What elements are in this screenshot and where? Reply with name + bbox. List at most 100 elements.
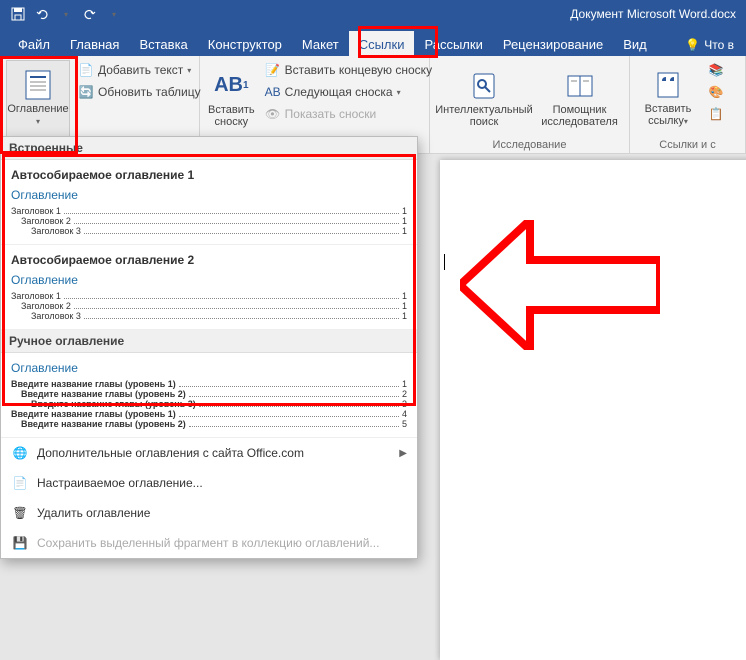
opt3-r5: Введите название главы (уровень 2) [11, 419, 186, 429]
opt2-title: Автособираемое оглавление 2 [11, 253, 407, 267]
menu-custom-label: Настраиваемое оглавление... [37, 476, 203, 490]
redo-button[interactable] [80, 4, 100, 24]
opt2-p3: 1 [402, 311, 407, 321]
toc-button[interactable]: Оглавление▾ [6, 60, 70, 137]
menu-save-sel-label: Сохранить выделенный фрагмент в коллекци… [37, 536, 379, 550]
menu-remove-toc[interactable]: 🗑 Удалить оглавление [1, 498, 417, 528]
text-cursor [444, 254, 445, 270]
sources-icon: 📚 [708, 62, 724, 78]
group-citations-label: Ссылки и с [636, 137, 739, 151]
opt1-header: Оглавление [11, 188, 407, 202]
opt2-l3: Заголовок 3 [11, 311, 81, 321]
gallery-footer: 🌐 Дополнительные оглавления с сайта Offi… [1, 438, 417, 558]
style-button[interactable]: 🎨 [704, 82, 728, 102]
toc-option-manual[interactable]: Оглавление Введите название главы (урове… [1, 353, 417, 438]
tab-home[interactable]: Главная [60, 31, 129, 56]
researcher-button[interactable]: Помощник исследователя [536, 60, 623, 137]
biblio-icon: 📋 [708, 106, 724, 122]
opt3-r1: Введите название главы (уровень 1) [11, 379, 176, 389]
opt1-p2: 1 [402, 216, 407, 226]
biblio-button[interactable]: 📋 [704, 104, 728, 124]
update-icon: 🔄 [78, 84, 94, 100]
tab-layout[interactable]: Макет [292, 31, 349, 56]
show-fn-icon: 👁 [265, 106, 281, 122]
menu-remove-label: Удалить оглавление [37, 506, 150, 520]
tab-mailings[interactable]: Рассылки [414, 31, 492, 56]
footnote-icon: AB1 [215, 70, 247, 102]
save-sel-icon: 💾 [11, 534, 29, 552]
toc-icon [22, 69, 54, 101]
insert-endnote-button[interactable]: 📝Вставить концевую сноску [261, 60, 436, 80]
annotation-arrow [460, 220, 660, 350]
menu-more-label: Дополнительные оглавления с сайта Office… [37, 446, 304, 460]
opt2-p2: 1 [402, 301, 407, 311]
next-fn-label: Следующая сноска [285, 85, 393, 99]
toc-option-auto1[interactable]: Автособираемое оглавление 1 Оглавление З… [1, 160, 417, 245]
tab-insert[interactable]: Вставка [129, 31, 197, 56]
add-text-button[interactable]: 📄Добавить текст▾ [74, 60, 205, 80]
chevron-right-icon: ▶ [399, 448, 407, 459]
undo-dropdown[interactable]: ▾ [56, 4, 76, 24]
toc-label: Оглавление▾ [7, 103, 68, 128]
opt3-header: Оглавление [11, 361, 407, 375]
group-research: Интеллектуальный поиск Помощник исследов… [430, 56, 630, 153]
opt3-r2: Введите название главы (уровень 2) [11, 389, 186, 399]
manage-sources-button[interactable]: 📚 [704, 60, 728, 80]
researcher-label: Помощник исследователя [538, 104, 621, 128]
update-table-button[interactable]: 🔄 Обновить таблицу [74, 82, 205, 102]
gallery-manual-header: Ручное оглавление [1, 330, 417, 353]
next-fn-icon: AB [265, 84, 281, 100]
smart-lookup-label: Интеллектуальный поиск [435, 104, 532, 128]
menu-custom-toc[interactable]: 📄 Настраиваемое оглавление... [1, 468, 417, 498]
toc-gallery-dropdown: Встроенные Автособираемое оглавление 1 О… [0, 136, 418, 559]
tab-design[interactable]: Конструктор [198, 31, 292, 56]
update-label: Обновить таблицу [98, 85, 201, 99]
opt3-p5: 5 [402, 419, 407, 429]
menu-more-office[interactable]: 🌐 Дополнительные оглавления с сайта Offi… [1, 438, 417, 468]
save-button[interactable] [8, 4, 28, 24]
tab-file[interactable]: Файл [8, 31, 60, 56]
opt2-p1: 1 [402, 291, 407, 301]
title-bar: ▾ ▾ Документ Microsoft Word.docx [0, 0, 746, 28]
insert-footnote-label: Вставить сноску [208, 104, 255, 128]
undo-button[interactable] [32, 4, 52, 24]
opt1-l3: Заголовок 3 [11, 226, 81, 236]
opt3-r4: Введите название главы (уровень 1) [11, 409, 176, 419]
tab-view[interactable]: Вид [613, 31, 657, 56]
opt3-p2: 2 [402, 389, 407, 399]
qat-customize[interactable]: ▾ [104, 4, 124, 24]
endnote-icon: 📝 [265, 62, 281, 78]
opt1-l2: Заголовок 2 [11, 216, 71, 226]
remove-toc-icon: 🗑 [11, 504, 29, 522]
toc-option-auto2[interactable]: Автособираемое оглавление 2 Оглавление З… [1, 245, 417, 330]
opt2-l2: Заголовок 2 [11, 301, 71, 311]
show-footnotes-button[interactable]: 👁Показать сноски [261, 104, 436, 124]
ribbon-tabs: Файл Главная Вставка Конструктор Макет С… [0, 28, 746, 56]
tell-me-label: Что в [704, 38, 734, 52]
citation-icon [652, 69, 684, 101]
opt3-r3: Введите название главы (уровень 3) [11, 399, 196, 409]
bulb-icon: 💡 [685, 38, 700, 52]
group-research-label: Исследование [436, 137, 623, 151]
tell-me-search[interactable]: 💡 Что в [679, 34, 740, 56]
tab-references[interactable]: Ссылки [349, 31, 415, 56]
insert-footnote-button[interactable]: AB1 Вставить сноску [206, 60, 257, 137]
office-icon: 🌐 [11, 444, 29, 462]
style-icon: 🎨 [708, 84, 724, 100]
add-text-icon: 📄 [78, 62, 94, 78]
gallery-builtin-header: Встроенные [1, 137, 417, 160]
insert-citation-button[interactable]: Вставить ссылку▾ [636, 60, 700, 137]
group-citations: Вставить ссылку▾ 📚 🎨 📋 Ссылки и с [630, 56, 746, 153]
opt3-p1: 1 [402, 379, 407, 389]
menu-save-selection: 💾 Сохранить выделенный фрагмент в коллек… [1, 528, 417, 558]
opt1-p1: 1 [402, 206, 407, 216]
opt3-p3: 3 [402, 399, 407, 409]
document-title: Документ Microsoft Word.docx [570, 7, 736, 21]
smart-lookup-button[interactable]: Интеллектуальный поиск [436, 60, 532, 137]
tab-review[interactable]: Рецензирование [493, 31, 613, 56]
researcher-icon [564, 70, 596, 102]
smart-lookup-icon [468, 70, 500, 102]
opt1-l1: Заголовок 1 [11, 206, 61, 216]
quick-access-toolbar: ▾ ▾ [0, 4, 124, 24]
next-footnote-button[interactable]: ABСледующая сноска ▾ [261, 82, 436, 102]
